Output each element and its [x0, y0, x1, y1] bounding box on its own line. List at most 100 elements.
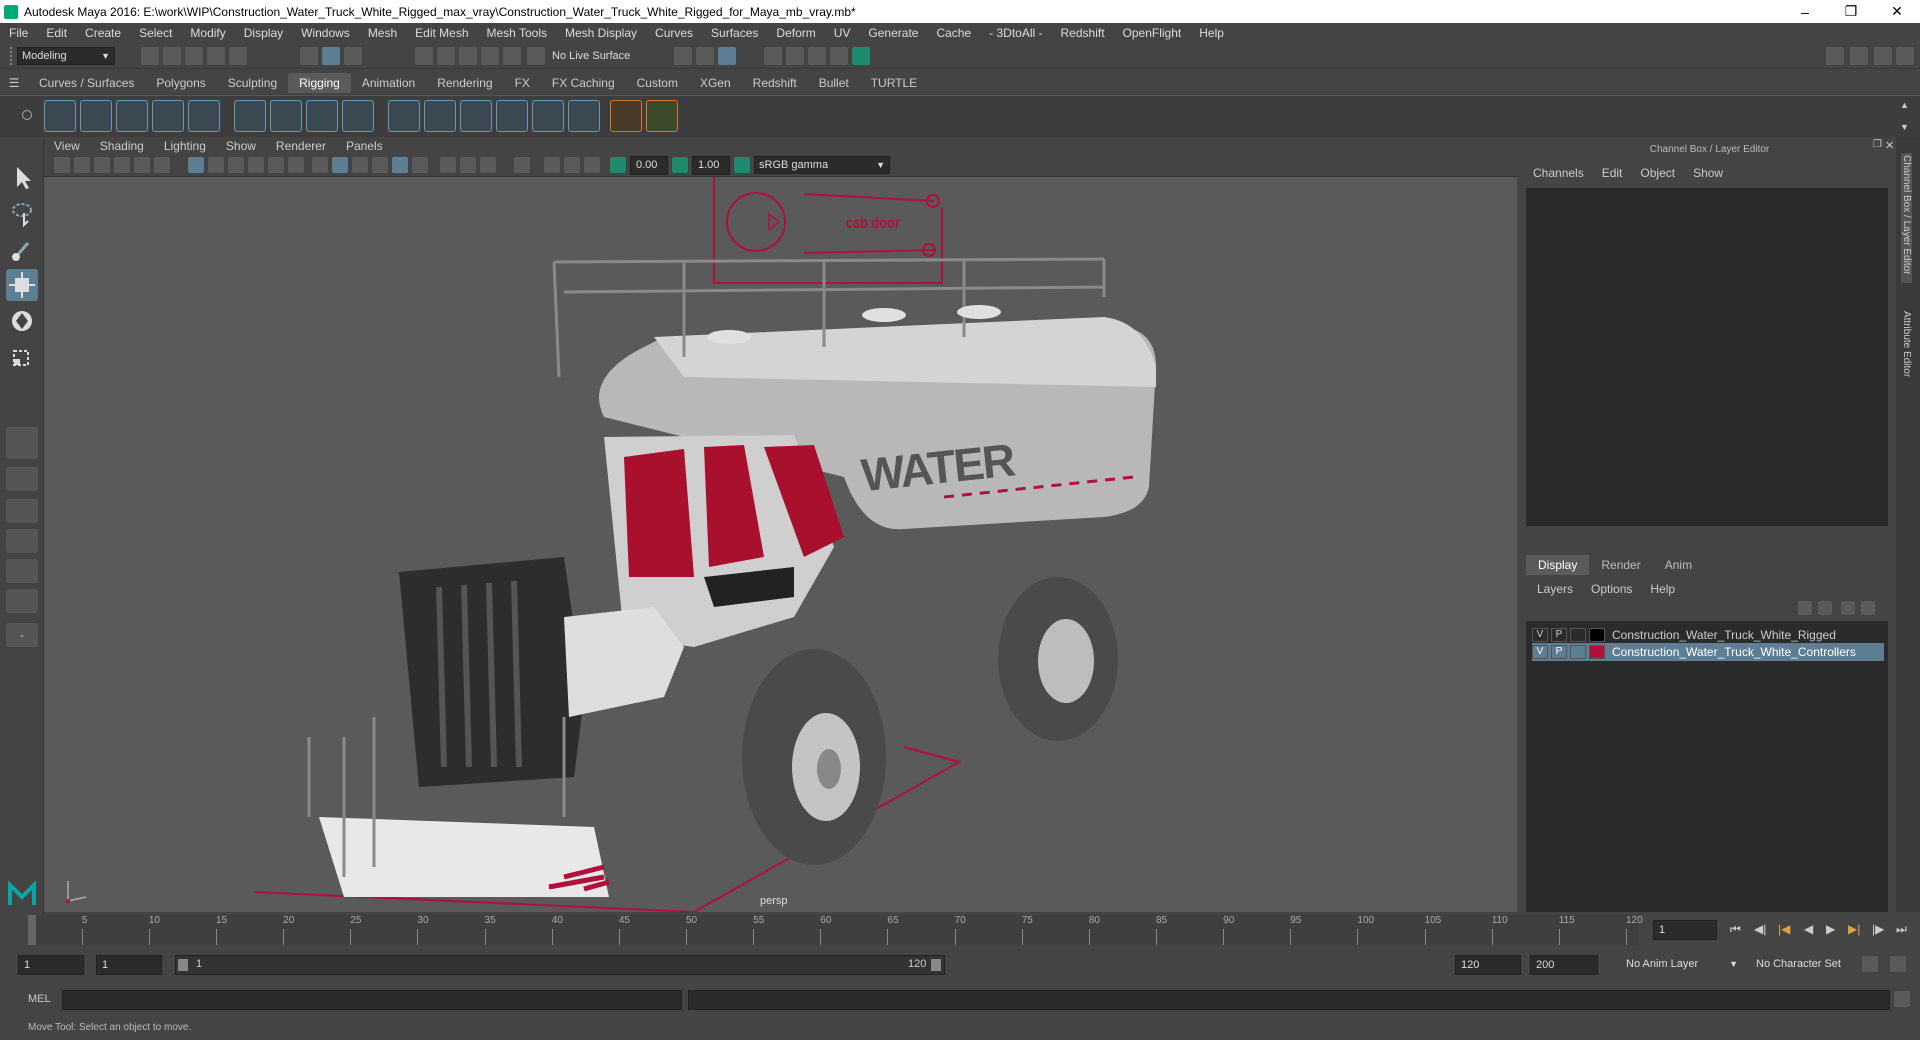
step-forward-icon[interactable]: |▶: [1872, 922, 1884, 936]
maximize-button[interactable]: ❐: [1828, 0, 1874, 23]
ik-handle-icon[interactable]: [116, 100, 148, 132]
orient-constraint-icon[interactable]: [460, 100, 492, 132]
new-scene-icon[interactable]: [141, 47, 159, 65]
channel-box-menu-object[interactable]: Object: [1640, 166, 1675, 180]
menu-edit-mesh[interactable]: Edit Mesh: [406, 26, 477, 40]
workspace-icon[interactable]: [1826, 47, 1844, 65]
menu-windows[interactable]: Windows: [292, 26, 359, 40]
anim-layer-dropdown[interactable]: No Anim Layer ▼: [1622, 955, 1742, 973]
menu-generate[interactable]: Generate: [859, 26, 927, 40]
menu-mesh-tools[interactable]: Mesh Tools: [478, 26, 556, 40]
gamma-field[interactable]: 1.00: [692, 156, 730, 175]
channel-box-toggle-icon[interactable]: [1896, 47, 1914, 65]
menu-create[interactable]: Create: [76, 26, 130, 40]
layer-type-toggle[interactable]: [1570, 645, 1586, 659]
menu-set-dropdown[interactable]: Modeling ▼: [17, 47, 115, 65]
layer-visibility-toggle[interactable]: V: [1532, 645, 1548, 659]
ambient-occlusion-icon[interactable]: [440, 157, 456, 173]
layer-playback-toggle[interactable]: P: [1551, 628, 1567, 642]
color-management-icon[interactable]: [734, 157, 750, 173]
viewport-menu-lighting[interactable]: Lighting: [154, 139, 216, 153]
render-settings-icon[interactable]: [764, 47, 782, 65]
viewport-menu-show[interactable]: Show: [216, 139, 266, 153]
shelf-tab-rendering[interactable]: Rendering: [426, 73, 503, 93]
playback-start-field[interactable]: 1: [96, 955, 162, 975]
menu-file[interactable]: File: [0, 26, 37, 40]
ipr-render-icon[interactable]: [718, 47, 736, 65]
channel-box-menu-edit[interactable]: Edit: [1602, 166, 1623, 180]
layer-tab-anim[interactable]: Anim: [1653, 555, 1704, 575]
minimize-button[interactable]: –: [1782, 0, 1828, 23]
menu-display[interactable]: Display: [235, 26, 292, 40]
grid-icon[interactable]: [188, 157, 204, 173]
scene-start-field[interactable]: 1: [18, 955, 84, 975]
go-to-start-icon[interactable]: ⏮: [1730, 922, 1741, 937]
live-surface-field[interactable]: No Live Surface: [552, 48, 642, 64]
xray-joints-icon[interactable]: [564, 157, 580, 173]
move-layer-down-icon[interactable]: [1818, 601, 1832, 615]
close-button[interactable]: ✕: [1874, 0, 1920, 23]
pole-vector-icon[interactable]: [568, 100, 600, 132]
quick-rig-icon[interactable]: [234, 100, 266, 132]
shelf-tab-polygons[interactable]: Polygons: [145, 73, 216, 93]
menu-deform[interactable]: Deform: [767, 26, 824, 40]
layout-expand-icon[interactable]: -: [6, 623, 38, 647]
move-tool-icon[interactable]: [6, 269, 38, 301]
film-gate-icon[interactable]: [208, 157, 224, 173]
shelf-scroll-up-icon[interactable]: ▲: [1900, 100, 1909, 110]
shadows-icon[interactable]: [412, 157, 428, 173]
shelf-scroll-down-icon[interactable]: ▼: [1900, 122, 1909, 132]
parent-constraint-icon[interactable]: [532, 100, 564, 132]
exposure-field[interactable]: 0.00: [630, 156, 668, 175]
viewport-menu-renderer[interactable]: Renderer: [266, 139, 336, 153]
new-empty-layer-icon[interactable]: [1841, 601, 1855, 615]
current-frame-field[interactable]: 1: [1653, 920, 1717, 940]
light-editor-icon[interactable]: [830, 47, 848, 65]
viewport-menu-view[interactable]: View: [44, 139, 90, 153]
menu-modify[interactable]: Modify: [181, 26, 234, 40]
shelf-tab-bullet[interactable]: Bullet: [808, 73, 860, 93]
menu-select[interactable]: Select: [130, 26, 181, 40]
current-time-marker[interactable]: [28, 915, 36, 945]
menu-curves[interactable]: Curves: [646, 26, 702, 40]
wireframe-on-shaded-icon[interactable]: [352, 157, 368, 173]
step-back-icon[interactable]: ◀|: [1754, 922, 1766, 936]
persp-outliner-layout-icon[interactable]: [6, 499, 38, 523]
channel-box-menu-show[interactable]: Show: [1693, 166, 1723, 180]
layer-row[interactable]: V P Construction_Water_Truck_White_Rigged: [1532, 626, 1884, 644]
channel-box-side-tab[interactable]: Channel Box / Layer Editor: [1901, 153, 1912, 283]
cab-door-controller[interactable]: [713, 177, 943, 284]
shelf-tab-curves-surfaces[interactable]: Curves / Surfaces: [28, 73, 145, 93]
smooth-shade-icon[interactable]: [332, 157, 348, 173]
snap-grid-icon[interactable]: [415, 47, 433, 65]
menu-help[interactable]: Help: [1190, 26, 1233, 40]
persp-graph-layout-icon[interactable]: [6, 529, 38, 553]
maya-home-icon[interactable]: [6, 877, 38, 909]
viewport-menu-shading[interactable]: Shading: [90, 139, 154, 153]
layer-menu-help[interactable]: Help: [1650, 582, 1675, 596]
aim-constraint-icon[interactable]: [610, 100, 642, 132]
playback-end-field[interactable]: 120: [1455, 955, 1521, 975]
menu-surfaces[interactable]: Surfaces: [702, 26, 767, 40]
motion-blur-icon[interactable]: [460, 157, 476, 173]
range-end-handle[interactable]: [931, 959, 941, 971]
shelf-menu-icon[interactable]: ☰: [0, 73, 28, 93]
snap-point-icon[interactable]: [459, 47, 477, 65]
textured-icon[interactable]: [372, 157, 388, 173]
move-layer-up-icon[interactable]: [1798, 601, 1812, 615]
snap-curve-icon[interactable]: [437, 47, 455, 65]
shelf-tab-turtle[interactable]: TURTLE: [860, 73, 928, 93]
snap-view-icon[interactable]: [481, 47, 499, 65]
select-tool-icon[interactable]: [6, 161, 38, 193]
play-forward-icon[interactable]: ▶: [1826, 922, 1835, 936]
redshift-icon[interactable]: [852, 47, 870, 65]
smooth-bind-icon[interactable]: [270, 100, 302, 132]
menu-mesh-display[interactable]: Mesh Display: [556, 26, 646, 40]
field-chart-icon[interactable]: [268, 157, 284, 173]
cluster-icon[interactable]: [342, 100, 374, 132]
step-forward-key-icon[interactable]: ▶|: [1848, 922, 1860, 936]
single-perspective-layout-icon[interactable]: [6, 427, 38, 459]
shelf-tab-fx[interactable]: FX: [504, 73, 541, 93]
paint-select-icon[interactable]: [6, 233, 38, 265]
close-panel-icon[interactable]: ✕: [1885, 139, 1894, 152]
